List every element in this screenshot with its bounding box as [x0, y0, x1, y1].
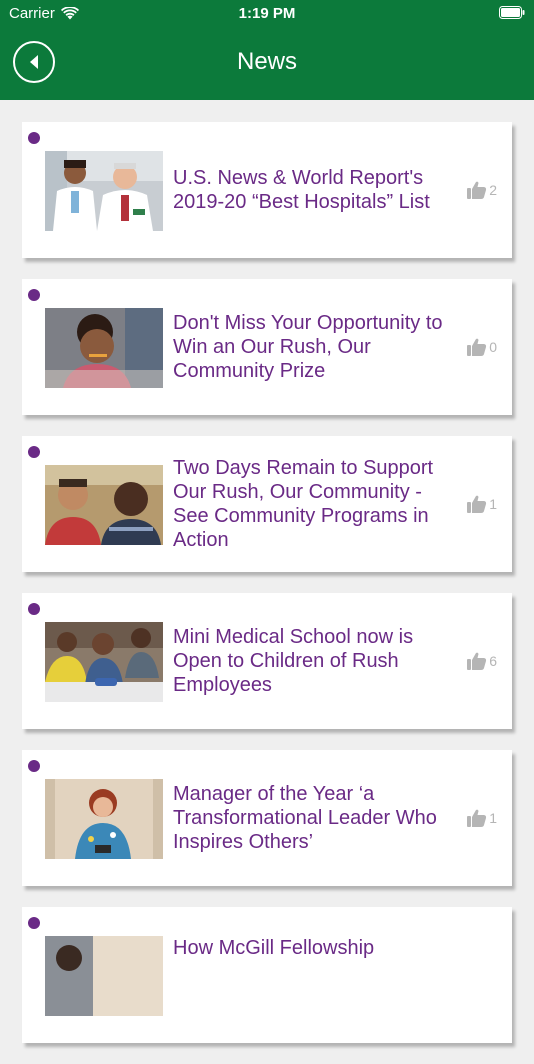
thumbs-up-icon — [467, 338, 487, 356]
news-title: Don't Miss Your Opportunity to Win an Ou… — [173, 312, 443, 382]
news-card[interactable]: U.S. News & World Report's 2019-20 “Best… — [22, 122, 512, 258]
news-title: Two Days Remain to Support Our Rush, Our… — [173, 457, 434, 551]
thumbs-up-icon — [467, 652, 487, 670]
news-card[interactable]: Manager of the Year ‘a Transformational … — [22, 750, 512, 886]
unread-dot — [28, 446, 40, 458]
unread-dot — [28, 289, 40, 301]
news-card[interactable]: Don't Miss Your Opportunity to Win an Ou… — [22, 279, 512, 415]
news-card[interactable]: Two Days Remain to Support Our Rush, Our… — [22, 436, 512, 572]
news-list: U.S. News & World Report's 2019-20 “Best… — [22, 122, 512, 1064]
like-count[interactable]: 0 — [467, 279, 497, 415]
like-number: 1 — [489, 810, 497, 826]
news-thumbnail — [45, 151, 163, 231]
like-number: 2 — [489, 182, 497, 198]
thumbs-up-icon — [467, 181, 487, 199]
battery-icon — [499, 6, 525, 19]
news-thumbnail — [45, 465, 163, 545]
news-title: How McGill Fellowship — [173, 907, 458, 1043]
page-title: News — [236, 48, 297, 75]
nav-header: Carrier 1:19 PM News — [0, 0, 534, 100]
like-number: 1 — [489, 496, 497, 512]
news-thumbnail — [45, 308, 163, 388]
unread-dot — [28, 760, 40, 772]
news-title: U.S. News & World Report's 2019-20 “Best… — [173, 167, 430, 213]
like-count[interactable]: 1 — [467, 750, 497, 886]
like-number: 0 — [489, 339, 497, 355]
clock: 1:19 PM — [238, 5, 296, 22]
like-count[interactable]: 6 — [467, 593, 497, 729]
news-card[interactable]: How McGill Fellowship — [22, 907, 512, 1043]
status-bar: Carrier 1:19 PM — [0, 0, 534, 28]
news-thumbnail — [45, 622, 163, 702]
like-count[interactable]: 2 — [467, 122, 497, 258]
unread-dot — [28, 132, 40, 144]
unread-dot — [28, 917, 40, 929]
like-number: 6 — [489, 653, 497, 669]
news-title-text: How McGill Fellowship — [173, 937, 375, 959]
thumbs-up-icon — [467, 809, 487, 827]
news-card[interactable]: Mini Medical School now is Open to Child… — [22, 593, 512, 729]
thumbs-up-icon — [467, 495, 487, 513]
unread-dot — [28, 603, 40, 615]
like-count[interactable]: 1 — [467, 436, 497, 572]
news-title: Mini Medical School now is Open to Child… — [173, 626, 414, 696]
news-thumbnail — [45, 779, 163, 859]
news-title: Manager of the Year ‘a Transformational … — [173, 783, 437, 853]
news-thumbnail — [45, 936, 163, 1016]
